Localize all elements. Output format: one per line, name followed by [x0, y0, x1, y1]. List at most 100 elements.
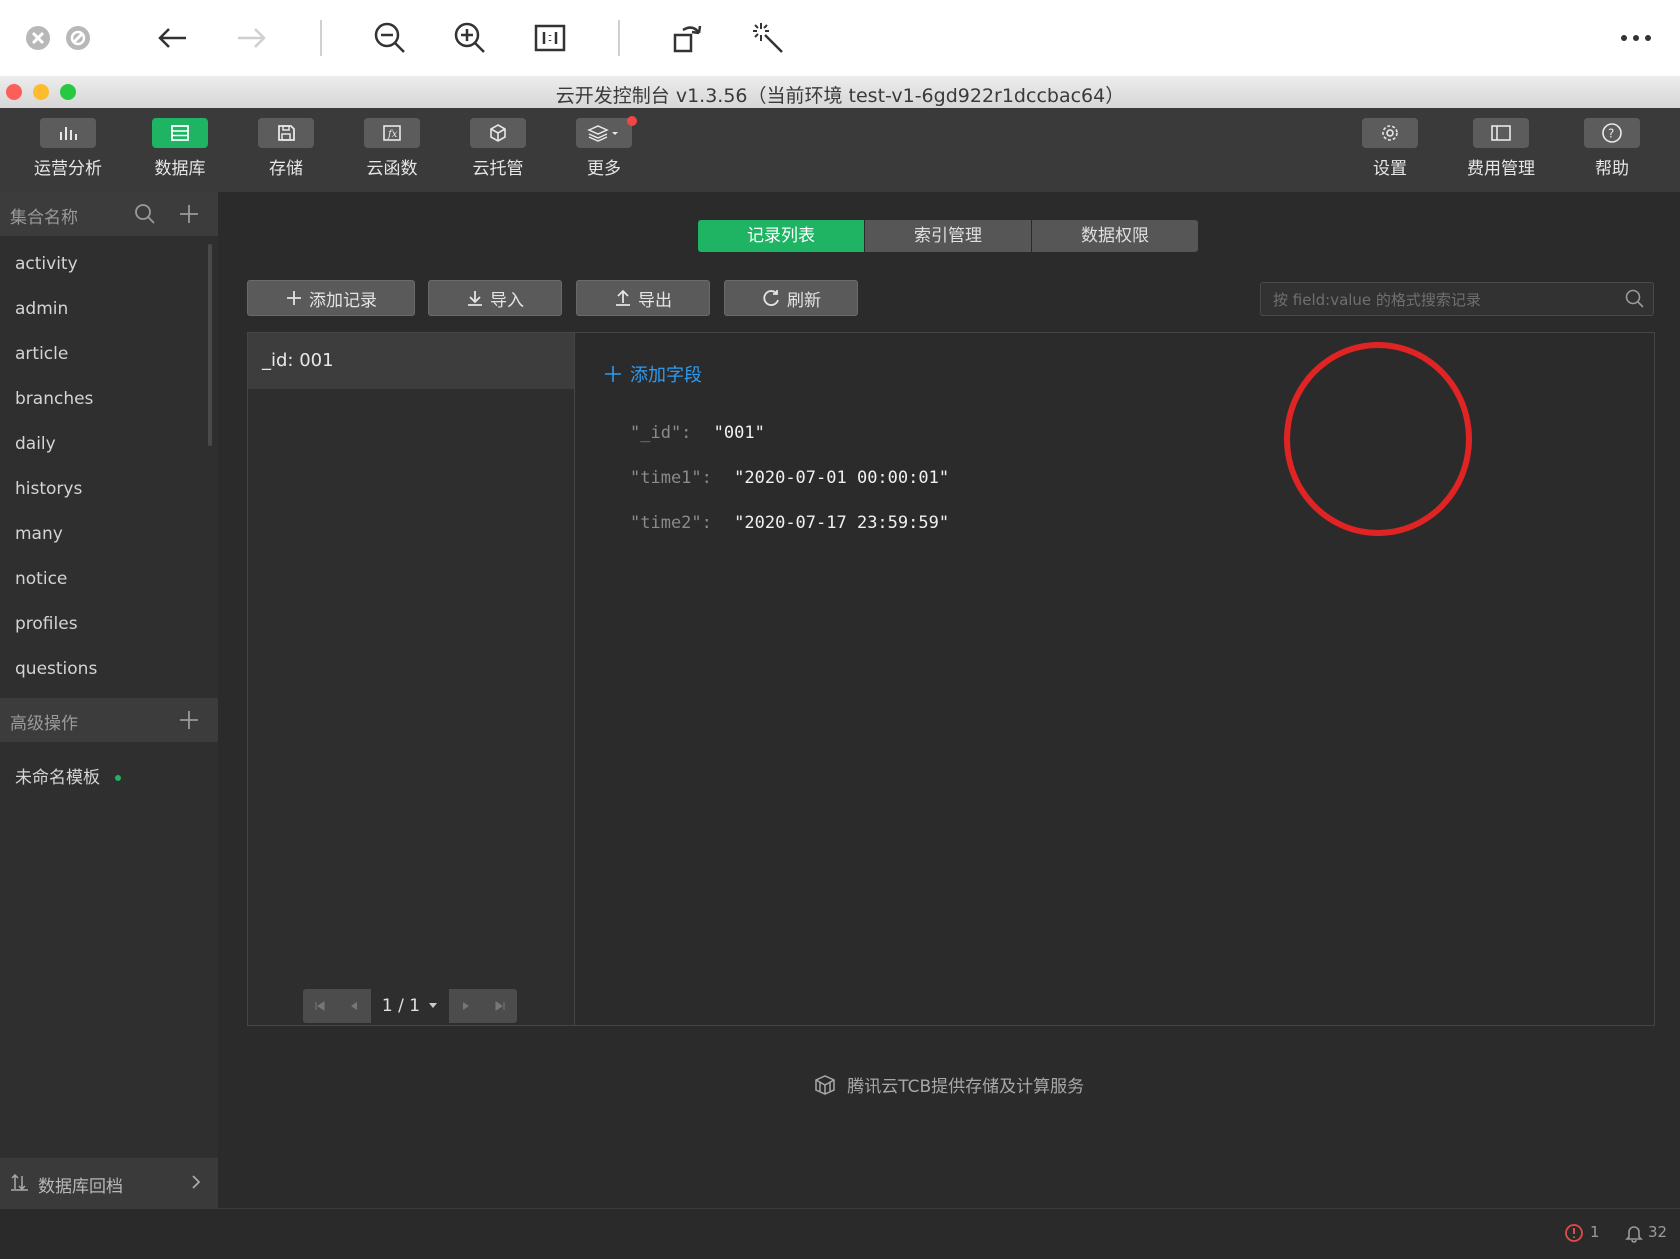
sidebar-item-activity[interactable]: activity [15, 254, 78, 274]
sidebar-item-historys[interactable]: historys [15, 479, 82, 499]
sort-icon [10, 1172, 30, 1196]
svg-text:?: ? [1608, 127, 1614, 141]
field-row[interactable]: "time1": "2020-07-01 00:00:01" [630, 468, 949, 488]
tool-help[interactable]: ? 帮助 [1564, 118, 1660, 179]
tool-label: 云托管 [472, 159, 524, 179]
rollback-label: 数据库回档 [38, 1177, 123, 1197]
tool-label: 费用管理 [1467, 159, 1535, 179]
list-item[interactable]: _id: 001 [248, 333, 574, 389]
tool-storage[interactable]: 存储 [238, 118, 334, 179]
tab-data-permissions[interactable]: 数据权限 [1032, 220, 1198, 252]
sidebar-item-article[interactable]: article [15, 344, 68, 364]
search-input[interactable] [1271, 287, 1615, 313]
tool-label: 更多 [587, 159, 621, 179]
rollback-item[interactable]: 数据库回档 [0, 1158, 218, 1208]
first-page-icon[interactable] [303, 989, 337, 1023]
help-icon: ? [1584, 118, 1640, 148]
sidebar-item-admin[interactable]: admin [15, 299, 68, 319]
close-icon[interactable] [18, 18, 58, 58]
sidebar-item-questions[interactable]: questions [15, 659, 97, 679]
storage-icon [258, 118, 314, 148]
tool-more[interactable]: 更多 [556, 116, 652, 179]
refresh-icon [763, 290, 779, 306]
field-key: "_id": [630, 423, 692, 443]
add-record-label: 添加记录 [309, 290, 377, 311]
viewer-toolbar [0, 0, 1680, 76]
search-icon[interactable] [1625, 289, 1645, 313]
add-collection-icon[interactable] [178, 203, 200, 229]
tool-cloud-hosting[interactable]: 云托管 [450, 118, 546, 179]
prev-page-icon[interactable] [337, 989, 371, 1023]
export-label: 导出 [638, 290, 672, 311]
tab-index-management[interactable]: 索引管理 [865, 220, 1031, 252]
tool-label: 设置 [1373, 159, 1407, 179]
upload-icon [616, 289, 630, 306]
sidebar-item-many[interactable]: many [15, 524, 63, 544]
export-button[interactable]: 导出 [576, 280, 710, 316]
window-title: 云开发控制台 v1.3.56（当前环境 test-v1-6gd922r1dccb… [555, 85, 1125, 107]
tool-database[interactable]: 数据库 [132, 118, 228, 179]
zoom-in-icon[interactable] [450, 18, 490, 58]
toolbar-divider [618, 20, 620, 56]
forward-arrow-icon[interactable] [232, 18, 272, 58]
advanced-header: 高级操作 [0, 698, 218, 742]
tencent-cloud-logo-icon [815, 1075, 835, 1095]
refresh-label: 刷新 [787, 290, 821, 311]
page-select[interactable]: 1 / 1 [371, 989, 449, 1023]
field-row[interactable]: "time2": "2020-07-17 23:59:59" [630, 513, 949, 533]
collections-header: 集合名称 [0, 192, 218, 236]
gear-icon [1362, 118, 1418, 148]
field-key: "time2": [630, 513, 712, 533]
back-arrow-icon[interactable] [152, 18, 192, 58]
next-page-icon[interactable] [449, 989, 483, 1023]
sidebar-item-profiles[interactable]: profiles [15, 614, 78, 634]
tool-label: 数据库 [154, 159, 206, 179]
more-icon[interactable] [1616, 18, 1656, 58]
close-icon[interactable] [58, 18, 98, 58]
tool-settings[interactable]: 设置 [1342, 118, 1438, 179]
zoom-out-icon[interactable] [370, 18, 410, 58]
unsaved-dot [115, 775, 122, 781]
add-field-label: 添加字段 [630, 365, 702, 386]
database-icon [152, 118, 208, 148]
sidebar-item-daily[interactable]: daily [15, 434, 56, 454]
sidebar-item-template[interactable]: 未命名模板 [15, 763, 122, 788]
tab-record-list[interactable]: 记录列表 [698, 220, 864, 252]
template-label: 未命名模板 [15, 768, 100, 788]
search-icon[interactable] [134, 203, 156, 229]
toolbar-divider [320, 20, 322, 56]
magic-wand-icon[interactable] [748, 18, 788, 58]
svg-text:fx: fx [387, 129, 398, 140]
bell-icon[interactable] [1624, 1223, 1644, 1247]
add-record-button[interactable]: 添加记录 [247, 280, 415, 316]
add-field-button[interactable]: 添加字段 [604, 361, 702, 387]
actual-size-icon[interactable] [530, 18, 570, 58]
page-indicator: 1 / 1 [381, 996, 421, 1016]
layers-icon [576, 118, 632, 148]
add-template-icon[interactable] [178, 709, 200, 735]
bar-chart-icon [40, 118, 96, 148]
rotate-icon[interactable] [668, 18, 708, 58]
annotation-circle [1284, 342, 1472, 536]
field-key: "time1": [630, 468, 712, 488]
import-button[interactable]: 导入 [428, 280, 562, 316]
sidebar-item-branches[interactable]: branches [15, 389, 93, 409]
status-bar: 1 32 [0, 1208, 1680, 1259]
tool-billing[interactable]: 费用管理 [1453, 118, 1549, 179]
sidebar-item-notice[interactable]: notice [15, 569, 67, 589]
chevron-down-icon [429, 1003, 438, 1008]
tool-label: 云函数 [366, 159, 418, 179]
chevron-right-icon [190, 1173, 202, 1195]
import-label: 导入 [490, 290, 524, 311]
main-panel: 记录列表 索引管理 数据权限 添加记录 导入 导出 刷新 _id: 001 [218, 192, 1680, 1208]
field-row[interactable]: "_id": "001" [630, 423, 765, 443]
tool-analytics[interactable]: 运营分析 [20, 118, 116, 179]
error-icon[interactable] [1564, 1223, 1584, 1247]
collections-header-label: 集合名称 [10, 208, 78, 228]
sidebar-scrollbar[interactable] [208, 244, 212, 446]
refresh-button[interactable]: 刷新 [724, 280, 858, 316]
tool-functions[interactable]: fx 云函数 [344, 118, 440, 179]
last-page-icon[interactable] [483, 989, 517, 1023]
tool-label: 运营分析 [34, 159, 102, 179]
window-titlebar: 云开发控制台 v1.3.56（当前环境 test-v1-6gd922r1dccb… [0, 76, 1680, 109]
